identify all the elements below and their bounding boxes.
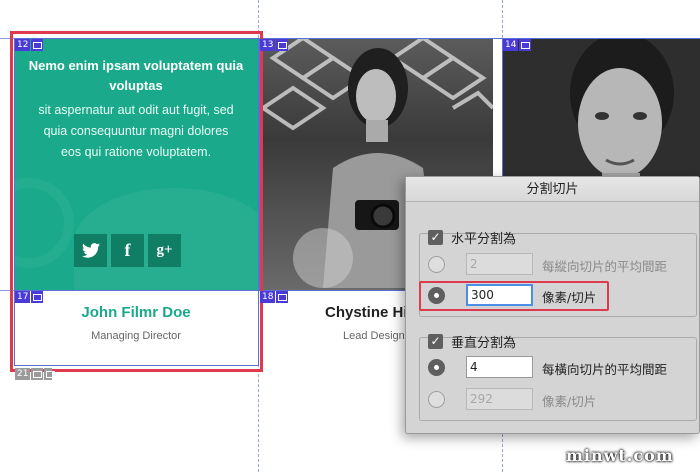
slice-label: 17 bbox=[15, 291, 44, 303]
slice-label: 13 bbox=[260, 39, 289, 51]
image-slice-icon bbox=[31, 368, 44, 380]
radio-vertical-pixels[interactable] bbox=[428, 391, 445, 408]
vertical-count-label: 每橫向切片的平均間距 bbox=[542, 362, 668, 377]
watermark-logo: minwt.com bbox=[566, 446, 674, 465]
image-slice-icon bbox=[519, 39, 532, 51]
vertical-pixels-input[interactable]: 292 bbox=[466, 388, 533, 410]
radio-vertical-count[interactable] bbox=[428, 359, 445, 376]
checkmark-icon[interactable]: ✓ bbox=[428, 230, 443, 245]
vertical-option-pixels[interactable]: 292 像素/切片 bbox=[428, 388, 688, 412]
horizontal-divide-label: 水平分割為 bbox=[451, 232, 517, 247]
horizontal-count-input[interactable]: 2 bbox=[466, 253, 533, 275]
horizontal-divide-checkbox-row[interactable]: ✓ 水平分割為 bbox=[428, 228, 516, 247]
vertical-pixels-label: 像素/切片 bbox=[542, 394, 597, 409]
vertical-count-input[interactable]: 4 bbox=[466, 356, 533, 378]
image-slice-icon bbox=[276, 291, 289, 303]
radio-horizontal-count[interactable] bbox=[428, 256, 445, 273]
image-slice-icon bbox=[276, 39, 289, 51]
checkmark-icon[interactable]: ✓ bbox=[428, 334, 443, 349]
dialog-title: 分割切片 bbox=[406, 177, 699, 202]
slice-label: 21 bbox=[15, 368, 56, 380]
slice-label: 14 bbox=[503, 39, 532, 51]
vertical-divide-checkbox-row[interactable]: ✓ 垂直分割為 bbox=[428, 332, 516, 351]
image-slice-icon bbox=[31, 39, 44, 51]
link-slice-icon bbox=[44, 368, 56, 380]
vertical-option-count[interactable]: 4 每橫向切片的平均間距 bbox=[428, 356, 688, 380]
selected-slice-highlight bbox=[10, 31, 263, 372]
horizontal-option-count[interactable]: 2 每縱向切片的平均間距 bbox=[428, 253, 688, 277]
slice-label: 12 bbox=[15, 39, 44, 51]
slice-label: 18 bbox=[260, 291, 289, 303]
vertical-divide-label: 垂直分割為 bbox=[451, 336, 517, 351]
horizontal-count-label: 每縱向切片的平均間距 bbox=[542, 259, 668, 274]
image-slice-icon bbox=[31, 291, 44, 303]
pixels-option-highlight bbox=[419, 281, 609, 311]
